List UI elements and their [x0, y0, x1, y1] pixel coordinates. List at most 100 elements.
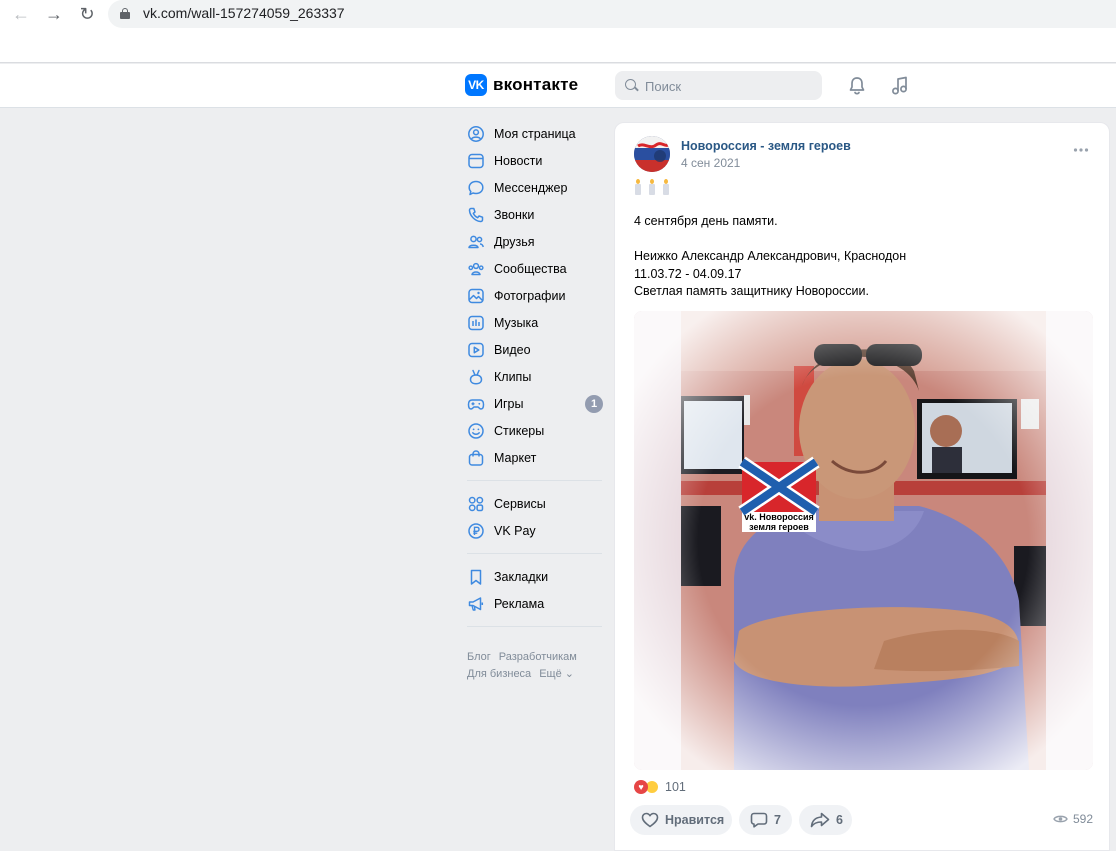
menu-label: Моя страница [494, 126, 576, 141]
lock-icon[interactable] [120, 8, 130, 19]
post-date[interactable]: 4 сен 2021 [681, 156, 740, 170]
browser-blank-strip [0, 28, 1116, 63]
comment-icon [750, 812, 768, 828]
menu-item-news[interactable]: Новости [462, 147, 607, 174]
views-counter: 592 [1053, 812, 1093, 826]
menu-item-calls[interactable]: Звонки [462, 201, 607, 228]
menu-label: Звонки [494, 207, 535, 222]
candle-icon [648, 179, 656, 195]
menu-item-ads[interactable]: Реклама [462, 590, 607, 617]
menu-label: Друзья [494, 234, 535, 249]
vk-wordmark[interactable]: вконтакте [493, 75, 578, 95]
menu-item-games[interactable]: Игры 1 [462, 390, 607, 417]
post-text-blank-line [634, 231, 1094, 249]
reactions-summary[interactable]: ♥ 101 [634, 780, 686, 794]
more-options-icon[interactable] [1073, 147, 1089, 153]
menu-label: VK Pay [494, 523, 536, 538]
bell-icon[interactable] [846, 75, 868, 97]
menu-label: Игры [494, 396, 524, 411]
views-count: 592 [1072, 812, 1093, 826]
menu-item-bookmarks[interactable]: Закладки [462, 563, 607, 590]
message-icon [468, 180, 484, 195]
menu-item-vk-pay[interactable]: VK Pay [462, 517, 607, 544]
vk-header: VK вконтакте [0, 64, 1116, 108]
heart-outline-icon [641, 812, 659, 828]
footer-links: Блог Разработчикам Для бизнеса Ещё ⌄ [462, 649, 607, 683]
post-text-line: Светлая память защитнику Новороссии. [634, 284, 869, 298]
forward-arrow-icon[interactable]: → [43, 3, 65, 25]
menu-item-market[interactable]: Маркет [462, 444, 607, 471]
user-icon [468, 125, 484, 142]
footer-link-blog[interactable]: Блог [467, 651, 491, 663]
services-icon [468, 496, 484, 511]
like-label: Нравится [665, 813, 725, 827]
menu-label: Сообщества [494, 261, 567, 276]
novorossiya-flag-watermark: vk. Новороссия земля героев [738, 456, 820, 532]
watermark-line2: земля героев [749, 522, 809, 532]
menu-item-communities[interactable]: Сообщества [462, 255, 607, 282]
menu-divider [467, 626, 602, 627]
phone-icon [468, 207, 484, 222]
candle-icon [634, 179, 642, 195]
post-text-line: 4 сентября день памяти. [634, 214, 778, 228]
menu-label: Видео [494, 342, 531, 357]
share-arrow-icon [810, 812, 830, 828]
eye-icon [1053, 815, 1068, 823]
menu-label: Сервисы [494, 496, 546, 511]
menu-label: Музыка [494, 315, 539, 330]
menu-item-music[interactable]: Музыка [462, 309, 607, 336]
menu-item-stickers[interactable]: Стикеры [462, 417, 607, 444]
reload-icon[interactable]: ↻ [76, 3, 98, 25]
gamepad-icon [467, 398, 485, 410]
back-arrow-icon[interactable]: ← [10, 3, 32, 25]
menu-divider [467, 553, 602, 554]
group-avatar[interactable] [634, 136, 670, 172]
footer-link-developers[interactable]: Разработчикам [499, 651, 577, 663]
menu-item-clips[interactable]: Клипы [462, 363, 607, 390]
menu-item-video[interactable]: Видео [462, 336, 607, 363]
bag-icon [468, 449, 484, 466]
menu-label: Стикеры [494, 423, 545, 438]
shares-count: 6 [836, 813, 843, 827]
candle-emojis [634, 179, 670, 195]
url-text[interactable]: vk.com/wall-157274059_263337 [143, 5, 345, 21]
games-count-badge: 1 [585, 395, 603, 413]
menu-item-services[interactable]: Сервисы [462, 490, 607, 517]
video-icon [468, 342, 484, 357]
vk-logo-icon[interactable]: VK [465, 74, 487, 96]
menu-item-friends[interactable]: Друзья [462, 228, 607, 255]
footer-link-more[interactable]: Ещё ⌄ [539, 668, 574, 680]
menu-label: Реклама [494, 596, 545, 611]
search-input[interactable] [645, 77, 815, 95]
search-icon [625, 79, 636, 90]
vkpay-icon [468, 522, 484, 539]
photo-icon [468, 288, 484, 303]
menu-label: Фотографии [494, 288, 566, 303]
menu-divider [467, 480, 602, 481]
post-photo-illustration: vk. Новороссия земля героев [634, 311, 1093, 770]
menu-item-messenger[interactable]: Мессенджер [462, 174, 607, 201]
share-button[interactable]: 6 [799, 805, 852, 835]
address-bar[interactable]: vk.com/wall-157274059_263337 [108, 0, 1116, 28]
menu-label: Закладки [494, 569, 549, 584]
left-menu: Моя страница Новости Мессенджер Звонки Д… [462, 120, 607, 683]
watermark-line1: vk. Новороссия [744, 512, 814, 522]
menu-label: Мессенджер [494, 180, 568, 195]
groups-icon [468, 262, 484, 275]
post-text-line: Неижко Александр Александрович, Краснодо… [634, 249, 907, 263]
like-button[interactable]: Нравится [630, 805, 732, 835]
post-photo[interactable]: vk. Новороссия земля героев [634, 311, 1093, 770]
music-note-icon[interactable] [889, 75, 911, 97]
footer-link-business[interactable]: Для бизнеса [467, 668, 531, 680]
megaphone-icon [468, 596, 484, 611]
friends-icon [468, 235, 484, 248]
search-box[interactable] [615, 71, 822, 100]
menu-label: Новости [494, 153, 543, 168]
candle-icon [662, 179, 670, 195]
comment-button[interactable]: 7 [739, 805, 792, 835]
post-text: 4 сентября день памяти. Неижко Александр… [634, 213, 1094, 301]
menu-item-my-page[interactable]: Моя страница [462, 120, 607, 147]
group-name-link[interactable]: Новороссия - земля героев [681, 139, 851, 153]
menu-item-photos[interactable]: Фотографии [462, 282, 607, 309]
news-icon [468, 153, 484, 168]
